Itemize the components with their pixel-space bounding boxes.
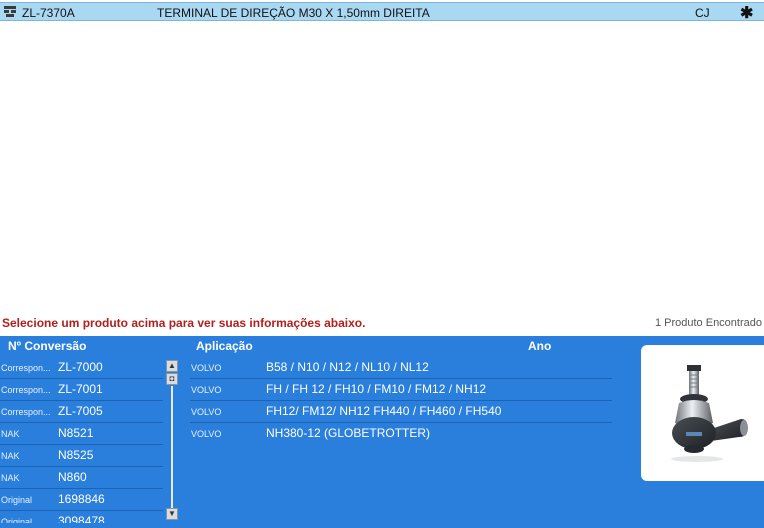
list-item[interactable]: Original 3098478: [0, 511, 163, 523]
conversion-type: NAK: [1, 429, 20, 439]
application-maker: VOLVO: [191, 407, 222, 417]
conversion-type: NAK: [1, 451, 20, 461]
list-item[interactable]: NAK N8521: [0, 423, 163, 445]
scroll-thumb-icon[interactable]: ◘: [166, 373, 178, 385]
application-maker: VOLVO: [191, 363, 222, 373]
list-item[interactable]: Correspon... ZL-7000: [0, 357, 163, 379]
conversion-value: N8525: [58, 448, 94, 462]
conversion-type: NAK: [1, 473, 20, 483]
product-code: ZL-7370A: [22, 6, 75, 20]
application-list: VOLVO B58 / N10 / N12 / NL10 / NL12 VOLV…: [190, 357, 612, 445]
header-application: Aplicação: [196, 339, 253, 353]
table-row: VOLVO B58 / N10 / N12 / NL10 / NL12: [190, 357, 612, 379]
conversion-type: Original: [1, 495, 33, 505]
application-models: FH12/ FM12/ NH12 FH440 / FH460 / FH540: [266, 404, 502, 418]
scroll-track[interactable]: [171, 386, 173, 508]
list-item[interactable]: Correspon... ZL-7001: [0, 379, 163, 401]
application-maker: VOLVO: [191, 385, 222, 395]
list-item[interactable]: NAK N8525: [0, 445, 163, 467]
application-models: NH380-12 (GLOBETROTTER): [266, 426, 431, 440]
list-item[interactable]: Original 1698846: [0, 489, 163, 511]
conversion-value: ZL-7001: [58, 382, 103, 396]
table-row: VOLVO FH12/ FM12/ NH12 FH440 / FH460 / F…: [190, 401, 612, 423]
table-row: VOLVO FH / FH 12 / FH10 / FM10 / FM12 / …: [190, 379, 612, 401]
details-panel: Nº Conversão Aplicação Ano Correspon... …: [0, 336, 764, 528]
conversion-scrollbar[interactable]: ▲ ◘ ▼: [166, 360, 178, 520]
product-unit: CJ: [695, 6, 710, 20]
results-count: 1 Produto Encontrado: [654, 317, 762, 329]
product-image: [641, 345, 764, 481]
product-row-selected[interactable]: ZL-7370A TERMINAL DE DIREÇÃO M30 X 1,50m…: [0, 2, 764, 23]
chevron-up-icon[interactable]: ▲: [166, 360, 178, 372]
conversion-value: N860: [58, 470, 87, 484]
application-models: B58 / N10 / N12 / NL10 / NL12: [266, 360, 429, 374]
product-description: TERMINAL DE DIREÇÃO M30 X 1,50mm DIREITA: [157, 6, 430, 20]
conversion-value: ZL-7000: [58, 360, 103, 374]
application-models: FH / FH 12 / FH10 / FM10 / FM12 / NH12: [266, 382, 487, 396]
chevron-down-icon[interactable]: ▼: [166, 508, 178, 520]
asterisk-icon[interactable]: ✱: [740, 3, 753, 23]
conversion-type: Original: [1, 517, 33, 523]
conversion-value: 3098478: [58, 514, 105, 523]
application-maker: VOLVO: [191, 429, 222, 439]
conversion-type: Correspon...: [1, 363, 51, 373]
conversion-list[interactable]: Correspon... ZL-7000 Correspon... ZL-700…: [0, 357, 163, 523]
conversion-value: N8521: [58, 426, 94, 440]
header-year: Ano: [528, 339, 552, 353]
selection-hint: Selecione um produto acima para ver suas…: [2, 316, 366, 330]
list-item[interactable]: NAK N860: [0, 467, 163, 489]
conversion-value: ZL-7005: [58, 404, 103, 418]
list-item[interactable]: Correspon... ZL-7005: [0, 401, 163, 423]
boxes-icon: [3, 5, 17, 18]
header-conversion: Nº Conversão: [8, 339, 87, 353]
conversion-type: Correspon...: [1, 407, 51, 417]
conversion-type: Correspon...: [1, 385, 51, 395]
conversion-value: 1698846: [58, 492, 105, 506]
table-row: VOLVO NH380-12 (GLOBETROTTER): [190, 423, 612, 445]
